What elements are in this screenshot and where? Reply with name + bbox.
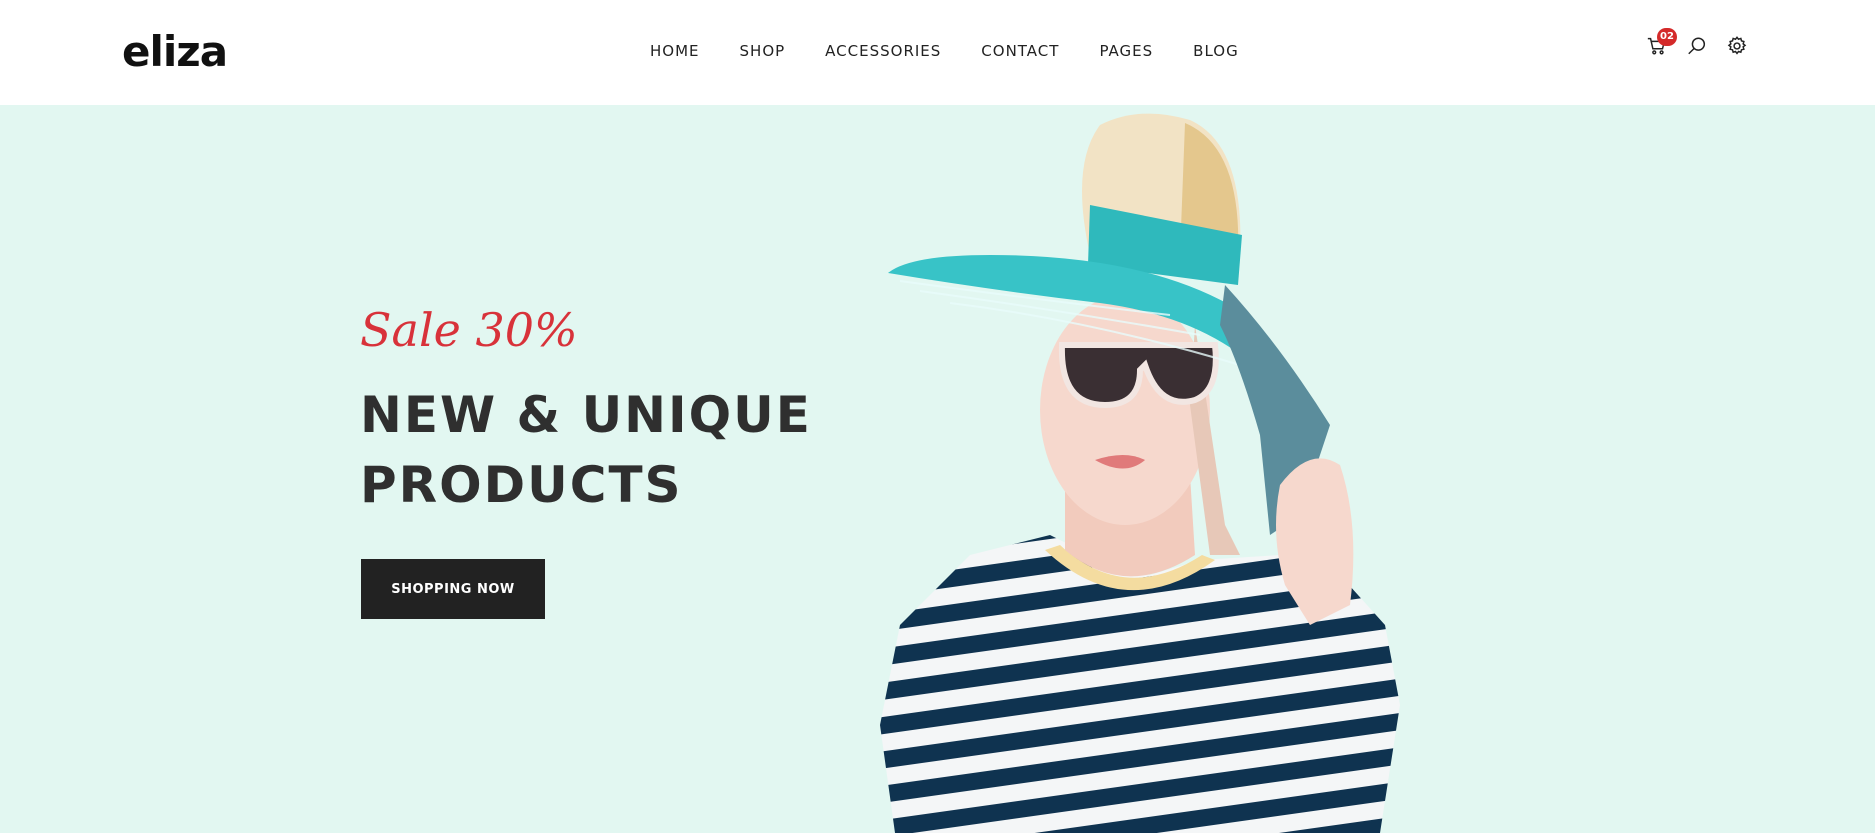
sale-text: Sale 30%: [360, 303, 578, 357]
nav-home[interactable]: HOME: [650, 40, 700, 62]
nav-accessories[interactable]: ACCESSORIES: [825, 40, 941, 62]
cart-button[interactable]: 02: [1645, 28, 1677, 58]
hero-model-image: [880, 113, 1400, 833]
hero-bottom-edge: [0, 833, 1875, 837]
shopping-now-button[interactable]: SHOPPING NOW: [361, 559, 545, 619]
nav-blog[interactable]: BLOG: [1193, 40, 1239, 62]
site-header: eliza HOME SHOP ACCESSORIES CONTACT PAGE…: [0, 0, 1875, 105]
site-logo[interactable]: eliza: [122, 24, 228, 80]
nav-pages[interactable]: PAGES: [1099, 40, 1153, 62]
search-icon: [1688, 37, 1706, 55]
header-icons: 02: [1645, 28, 1749, 58]
search-button[interactable]: [1685, 34, 1709, 58]
nav-shop[interactable]: SHOP: [740, 40, 786, 62]
nav-contact[interactable]: CONTACT: [981, 40, 1059, 62]
settings-button[interactable]: [1725, 34, 1749, 58]
main-nav: HOME SHOP ACCESSORIES CONTACT PAGES BLOG: [650, 40, 1239, 62]
hero-headline: NEW & UNIQUE PRODUCTS: [360, 386, 812, 514]
gear-icon: [1727, 36, 1747, 55]
cart-count-badge: 02: [1657, 28, 1677, 46]
